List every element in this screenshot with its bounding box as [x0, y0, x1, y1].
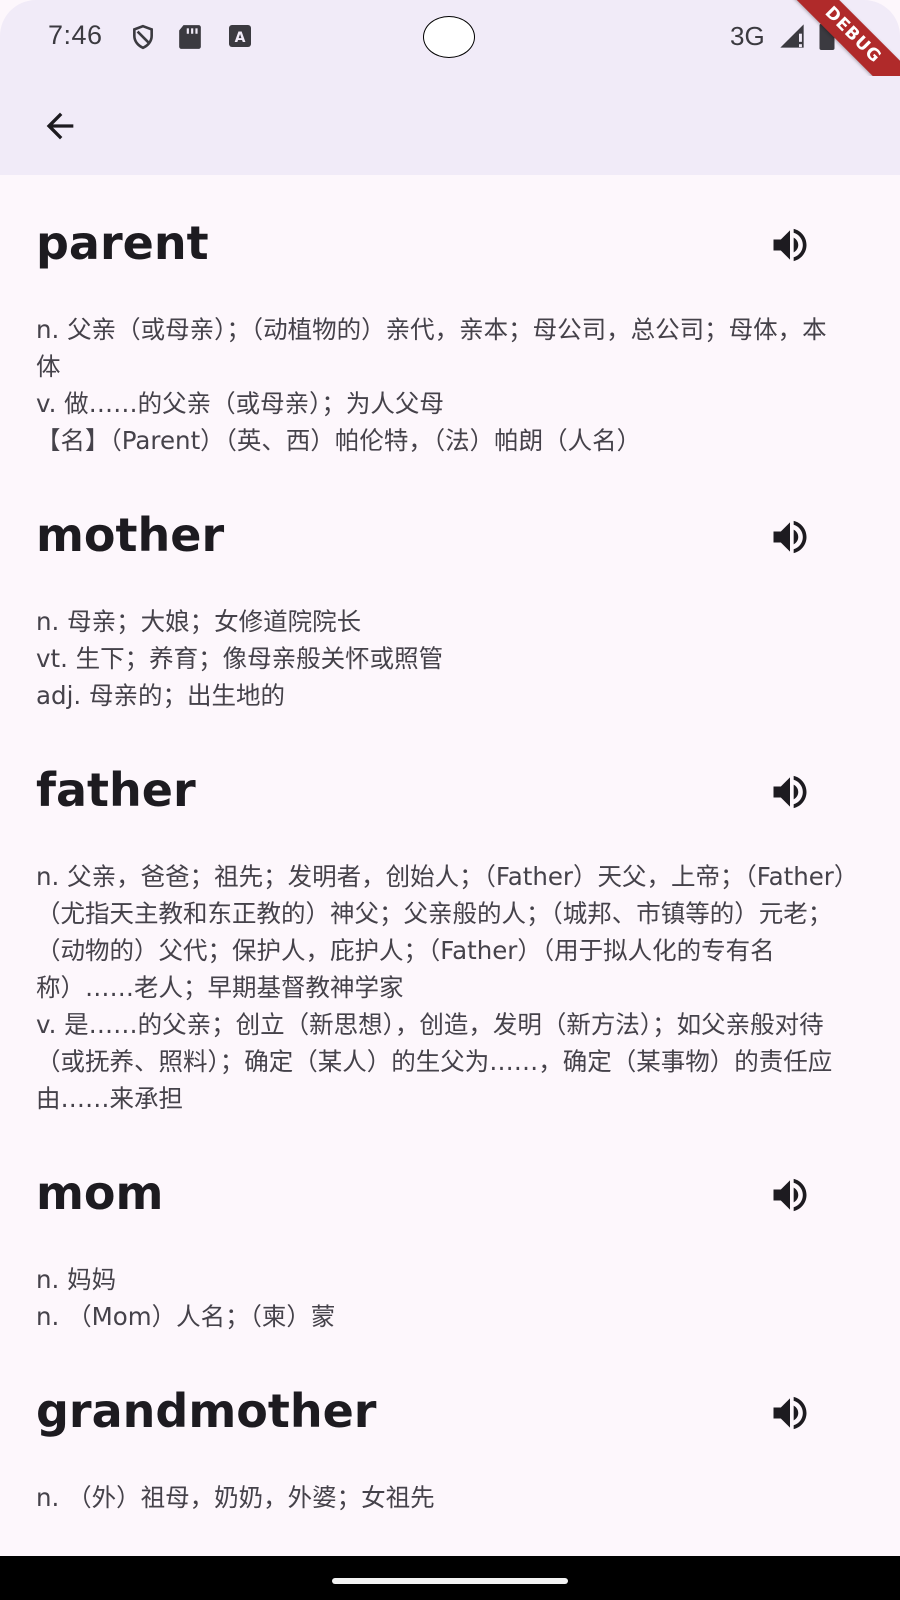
- app-screen: 7:46 A 3G DEBUG parent n. 父亲（或母亲）；（动植物的）…: [0, 0, 900, 1600]
- pronounce-button[interactable]: [766, 221, 814, 269]
- pronounce-button[interactable]: [766, 768, 814, 816]
- definition-line: 【名】（Parent）（英、西）帕伦特，（法）帕朗（人名）: [36, 426, 642, 455]
- word-title: father: [36, 763, 196, 817]
- volume-up-icon: [773, 228, 807, 262]
- word-list[interactable]: parent n. 父亲（或母亲）；（动植物的）亲代，亲本；母公司，总公司；母体…: [0, 175, 900, 1555]
- shield-icon: [130, 24, 156, 50]
- definition-line: n. （Mom）人名；（柬）蒙: [36, 1302, 336, 1331]
- definition-line: vt. 生下；养育；像母亲般关怀或照管: [36, 644, 444, 673]
- volume-up-icon: [773, 1178, 807, 1212]
- pronounce-button[interactable]: [766, 513, 814, 561]
- pronounce-button[interactable]: [766, 1171, 814, 1219]
- app-bar: [0, 76, 900, 175]
- definition-line: adj. 母亲的；出生地的: [36, 681, 285, 710]
- font-download-icon: A: [228, 24, 254, 50]
- home-indicator[interactable]: [332, 1578, 568, 1584]
- back-button[interactable]: [30, 96, 90, 156]
- word-title: mom: [36, 1166, 164, 1220]
- word-entry: parent n. 父亲（或母亲）；（动植物的）亲代，亲本；母公司，总公司；母体…: [0, 205, 900, 459]
- word-title: parent: [36, 216, 209, 270]
- volume-up-icon: [773, 775, 807, 809]
- arrow-back-icon: [46, 112, 74, 140]
- word-title: mother: [36, 508, 225, 562]
- definition-line: n. 妈妈: [36, 1265, 117, 1294]
- navigation-bar: [0, 1556, 900, 1600]
- camera-cutout: [423, 16, 475, 58]
- volume-up-icon: [773, 520, 807, 554]
- word-title: grandmother: [36, 1384, 377, 1438]
- signal-icon: [778, 22, 804, 48]
- word-entry: mom n. 妈妈 n. （Mom）人名；（柬）蒙: [0, 1155, 900, 1335]
- volume-up-icon: [773, 1396, 807, 1430]
- word-entry: mother n. 母亲；大娘；女修道院院长 vt. 生下；养育；像母亲般关怀或…: [0, 497, 900, 714]
- word-entry: grandfather: [0, 1554, 900, 1555]
- status-bar: 7:46 A 3G DEBUG: [0, 0, 900, 106]
- definition-line: n. （外）祖母，奶奶，外婆；女祖先: [36, 1483, 435, 1512]
- definition-line: n. 父亲，爸爸；祖先；发明者，创始人；（Father）天父，上帝；（Fathe…: [36, 862, 847, 1002]
- status-time: 7:46: [48, 20, 103, 50]
- network-type: 3G: [730, 21, 765, 51]
- svg-text:A: A: [235, 30, 246, 46]
- definition-line: v. 做……的父亲（或母亲）；为人父母: [36, 389, 444, 418]
- word-entry: father n. 父亲，爸爸；祖先；发明者，创始人；（Father）天父，上帝…: [0, 752, 900, 1117]
- pronounce-button[interactable]: [766, 1389, 814, 1437]
- word-entry: grandmother n. （外）祖母，奶奶，外婆；女祖先: [0, 1373, 900, 1516]
- sd-card-icon: [178, 24, 204, 50]
- definition-line: n. 父亲（或母亲）；（动植物的）亲代，亲本；母公司，总公司；母体，本体: [36, 315, 827, 381]
- definition-line: n. 母亲；大娘；女修道院院长: [36, 607, 362, 636]
- definition-line: v. 是……的父亲；创立（新思想），创造，发明（新方法）；如父亲般对待（或抚养、…: [36, 1010, 833, 1113]
